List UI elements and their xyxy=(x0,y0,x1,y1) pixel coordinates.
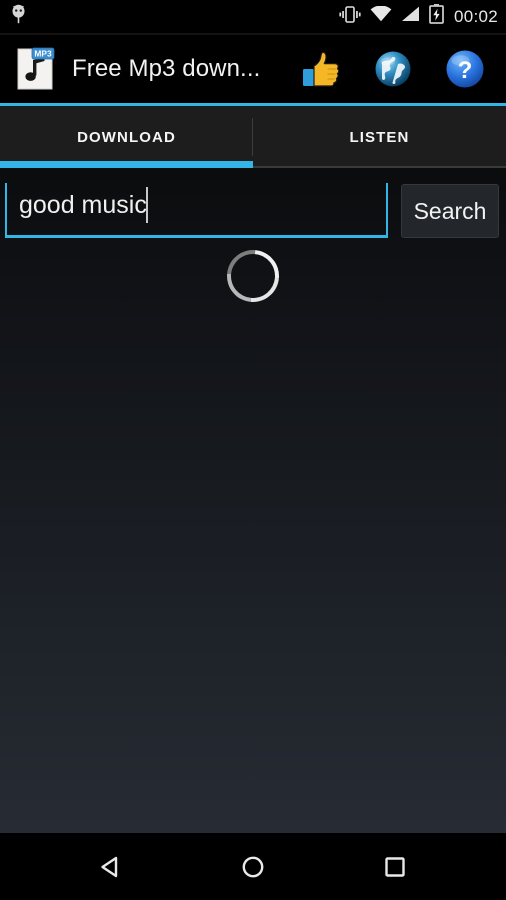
tab-divider xyxy=(252,118,253,156)
tab-active-indicator xyxy=(0,161,253,168)
status-bar-clock: 00:02 xyxy=(453,6,498,26)
action-bar-actions: ? xyxy=(298,46,492,92)
status-bar-notifications xyxy=(10,4,27,29)
navigation-bar xyxy=(0,833,506,900)
mp3-file-icon: MP3 xyxy=(16,47,56,91)
loading-indicator xyxy=(0,239,506,313)
thumbs-up-icon[interactable] xyxy=(298,46,344,92)
status-bar-system-icons: 00:02 xyxy=(339,4,498,29)
battery-charging-icon xyxy=(429,4,444,29)
status-bar: 00:02 xyxy=(0,0,506,33)
cellular-signal-icon xyxy=(401,6,420,27)
home-icon[interactable] xyxy=(217,839,289,895)
tab-download[interactable]: DOWNLOAD xyxy=(0,106,253,168)
help-question-icon[interactable]: ? xyxy=(442,46,488,92)
svg-text:MP3: MP3 xyxy=(34,49,52,59)
tab-bar: DOWNLOAD LISTEN xyxy=(0,106,506,168)
tab-listen-label: LISTEN xyxy=(349,128,410,146)
globe-icon[interactable] xyxy=(370,46,416,92)
search-button[interactable]: Search xyxy=(401,184,499,238)
content-area: Search xyxy=(0,168,506,833)
search-row: Search xyxy=(0,179,506,241)
loading-spinner xyxy=(216,239,290,313)
tab-listen[interactable]: LISTEN xyxy=(253,106,506,168)
text-cursor xyxy=(146,187,148,223)
recents-icon[interactable] xyxy=(359,839,431,895)
svg-text:?: ? xyxy=(458,57,473,84)
search-input[interactable] xyxy=(5,183,388,238)
action-bar: MP3 Free Mp3 down... ? xyxy=(0,35,506,103)
wifi-icon xyxy=(370,5,392,27)
bug-notification-icon xyxy=(10,4,27,29)
app-title: Free Mp3 down... xyxy=(72,55,261,82)
tab-download-label: DOWNLOAD xyxy=(77,128,176,146)
back-icon[interactable] xyxy=(75,839,147,895)
vibrate-icon xyxy=(339,5,361,28)
phone-screen: 00:02 MP3 Free Mp3 down... ? DOWNLOAD LI… xyxy=(0,0,506,900)
